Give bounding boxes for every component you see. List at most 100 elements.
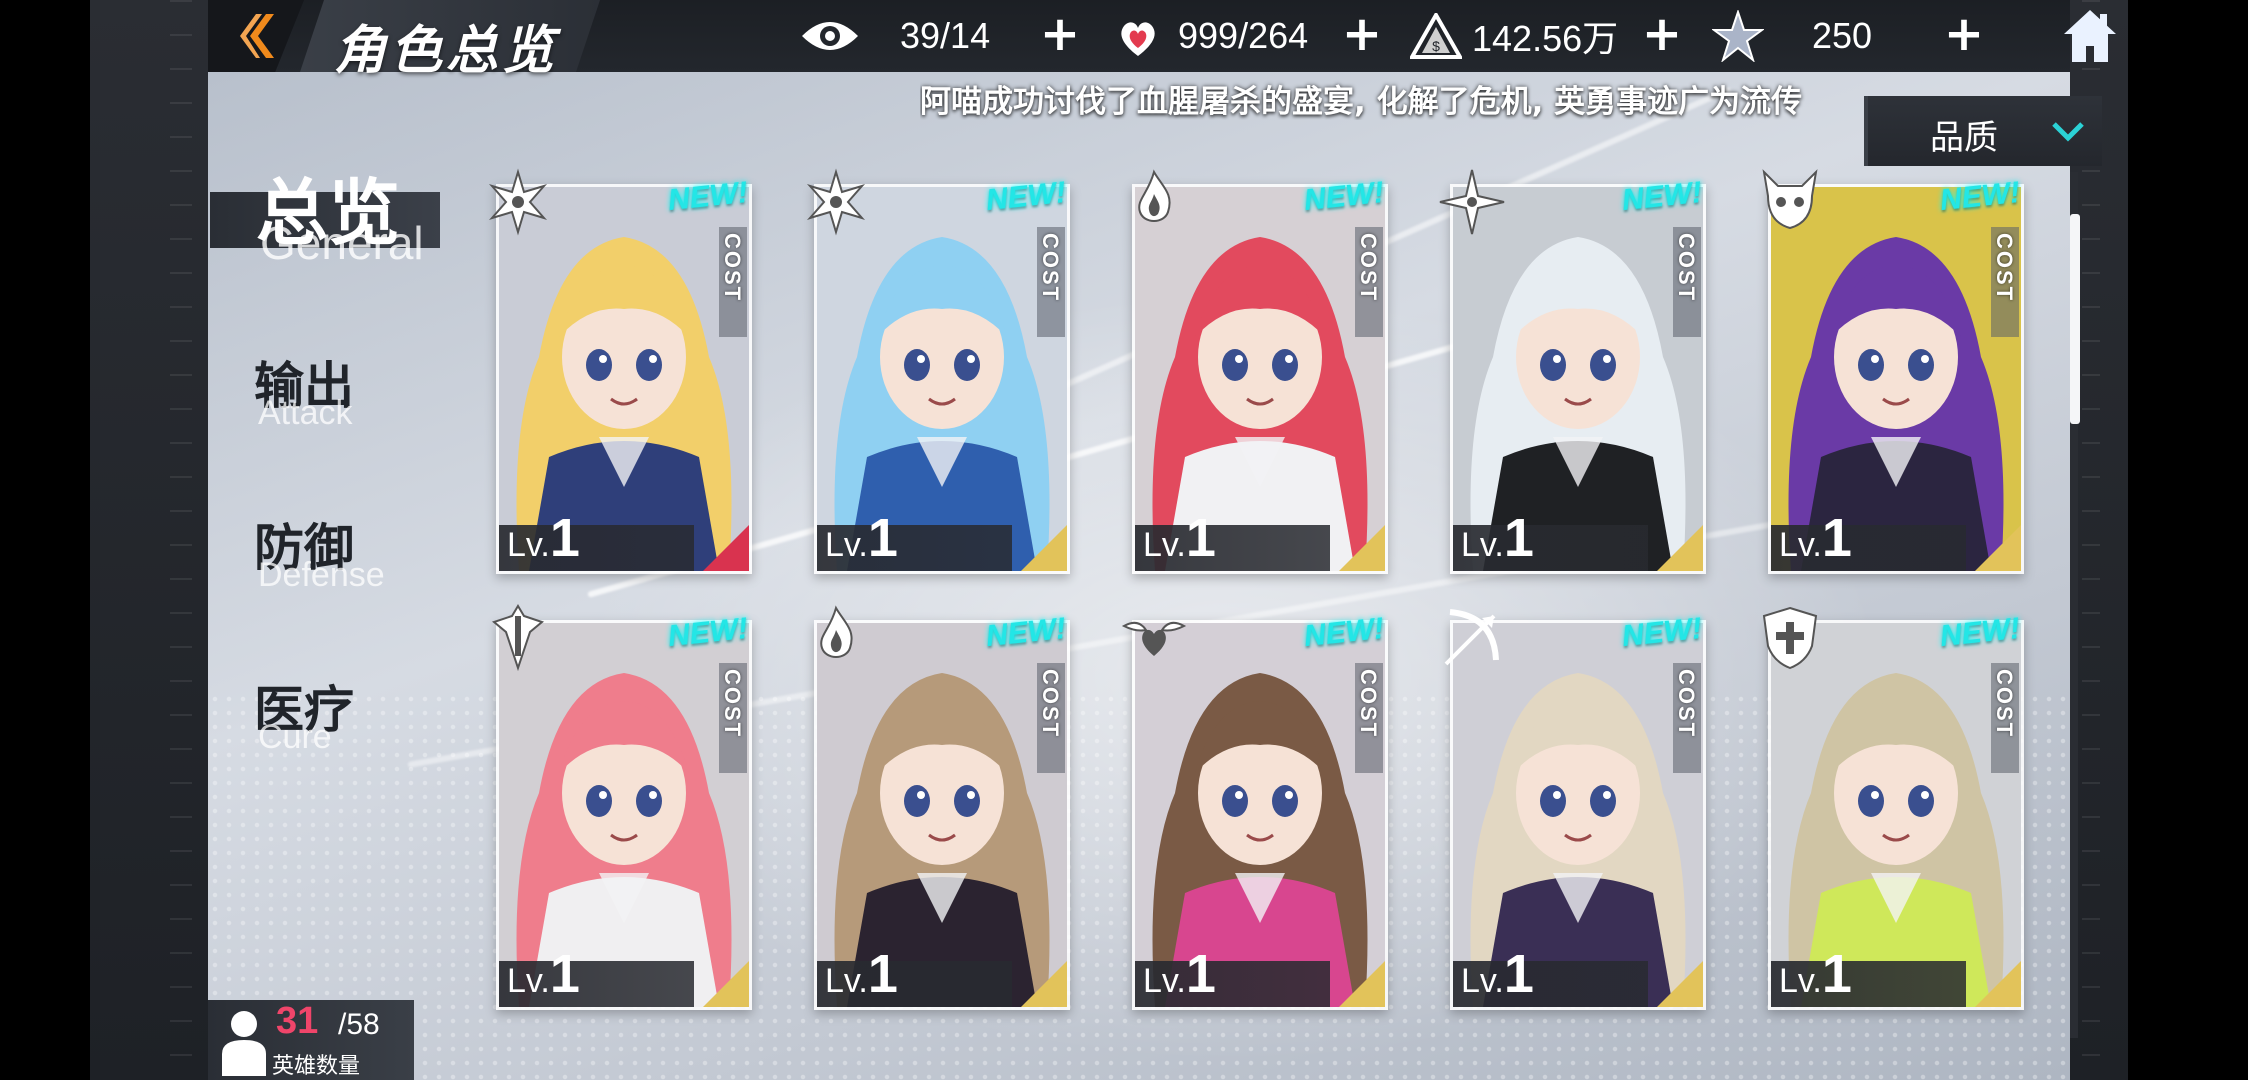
cost-label: COST [720,669,745,739]
quality-filter-dropdown[interactable]: 品质 [1864,96,2102,166]
resource-coins: $ 142.56万 [1406,10,1618,62]
character-card[interactable]: COST Lv.1 NEW! [1439,169,1708,576]
character-card[interactable]: COST Lv.1 NEW! [488,604,754,1012]
cost-label: COST [1038,669,1063,739]
level-prefix: Lv. [1143,962,1186,1000]
rarity-corner [703,961,749,1007]
category-label-en: Defense [258,556,385,594]
rarity-corner [1339,525,1385,571]
hearts-value: 999/264 [1178,15,1309,56]
hero-count-max: /58 [338,1008,380,1041]
add-stamina-button[interactable]: + [1038,10,1082,58]
character-card[interactable]: COST Lv.1 NEW! [806,168,1072,576]
bow-arrow-icon [1444,609,1499,666]
character-card[interactable]: COST Lv.1 NEW! [1124,169,1390,576]
stamina-value: 39/14 [900,15,991,56]
svg-text:$: $ [1432,38,1440,54]
character-card[interactable]: COST Lv.1 NEW! [1121,612,1390,1012]
level-value: 1 [549,508,580,568]
category-defense-tab[interactable]: 防御 Defense [254,508,434,608]
news-ticker: 阿喵成功讨伐了血腥屠杀的盛宴, 化解了危机, 英勇事迹广为流传 [920,84,1803,120]
level-value: 1 [1821,944,1852,1004]
home-button[interactable] [2060,6,2120,66]
flower-icon [488,168,548,236]
scrollbar-thumb[interactable] [2070,214,2080,424]
card-frame: COST Lv.1 [814,184,1070,574]
cost-label: COST [1356,233,1381,303]
level-value: 1 [1821,508,1852,568]
flower-icon [806,168,866,236]
level-display: Lv.1 [507,943,580,1005]
level-value: 1 [867,944,898,1004]
sword-emblem-icon [491,604,545,672]
letterbox-left [0,0,90,1080]
level-prefix: Lv. [1143,526,1186,564]
level-display: Lv.1 [1461,943,1534,1005]
level-value: 1 [1503,508,1534,568]
cost-label: COST [1038,233,1063,303]
home-icon [2064,10,2116,62]
category-label-en: General [260,217,424,269]
level-prefix: Lv. [1461,526,1504,564]
coins-value: 142.56万 [1472,18,1619,59]
rarity-corner [1021,961,1067,1007]
rarity-corner [703,525,749,571]
level-display: Lv.1 [1461,507,1534,569]
category-cure-tab[interactable]: 医疗 Cure [254,670,414,770]
level-prefix: Lv. [507,962,550,1000]
level-display: Lv.1 [1779,507,1852,569]
rarity-corner [1975,961,2021,1007]
level-display: Lv.1 [1143,507,1216,569]
heart-wings-icon [1121,621,1187,656]
character-card[interactable]: COST Lv.1 NEW! [1760,606,2026,1012]
level-display: Lv.1 [1143,943,1216,1005]
crystals-value: 250 [1812,15,1873,56]
level-display: Lv.1 [825,507,898,569]
rarity-corner [1021,525,1067,571]
triangle-gem-icon: $ [1406,10,1466,62]
star-crystal-icon [1708,10,1768,62]
category-label-en: Attack [258,394,353,432]
letterbox-right [2128,0,2248,1080]
category-general-tab[interactable]: 总览 General [256,154,456,274]
game-screen: 角色总览 39/14 + 999/264 + $ 142.56万 + 250 + [0,0,2248,1080]
character-card[interactable]: COST Lv.1 NEW! [1442,609,1708,1012]
flame-icon [820,605,853,658]
category-label-en: Cure [258,718,332,756]
resource-hearts: 999/264 [1108,10,1308,62]
hero-count-panel: 31 /58 英雄数量 [208,1000,414,1080]
level-value: 1 [1185,508,1216,568]
resource-stamina: 39/14 [800,10,990,62]
character-card[interactable]: COST Lv.1 NEW! [806,605,1072,1012]
add-hearts-button[interactable]: + [1340,10,1384,58]
person-icon [222,1011,266,1076]
card-frame: COST Lv.1 [1132,620,1388,1010]
card-frame: COST Lv.1 [496,620,752,1010]
level-prefix: Lv. [1779,962,1822,1000]
hero-count-current: 31 [276,1000,319,1042]
card-frame: COST Lv.1 [1450,620,1706,1010]
cost-label: COST [1992,669,2017,739]
hero-count-label: 英雄数量 [272,1054,361,1079]
card-frame: COST Lv.1 [1768,620,2024,1010]
back-button[interactable] [236,10,284,62]
frame-left [90,0,210,1080]
card-frame: COST Lv.1 [1132,184,1388,574]
back-arrow-icon [240,14,274,58]
heart-flame-icon [1108,10,1168,62]
rarity-corner [1975,525,2021,571]
level-prefix: Lv. [825,962,868,1000]
character-card[interactable]: COST Lv.1 NEW! [1760,169,2026,576]
add-coins-button[interactable]: + [1640,10,1684,58]
rarity-corner [1339,961,1385,1007]
add-crystals-button[interactable]: + [1942,10,1986,58]
rarity-corner [1657,961,1703,1007]
flame-icon [1138,169,1171,222]
level-prefix: Lv. [1779,526,1822,564]
level-value: 1 [1185,944,1216,1004]
card-frame: COST Lv.1 [814,620,1070,1010]
category-attack-tab[interactable]: 输出 Attack [254,346,414,446]
level-display: Lv.1 [507,507,580,569]
character-card[interactable]: COST Lv.1 NEW! [488,168,754,576]
eye-icon [800,10,860,62]
